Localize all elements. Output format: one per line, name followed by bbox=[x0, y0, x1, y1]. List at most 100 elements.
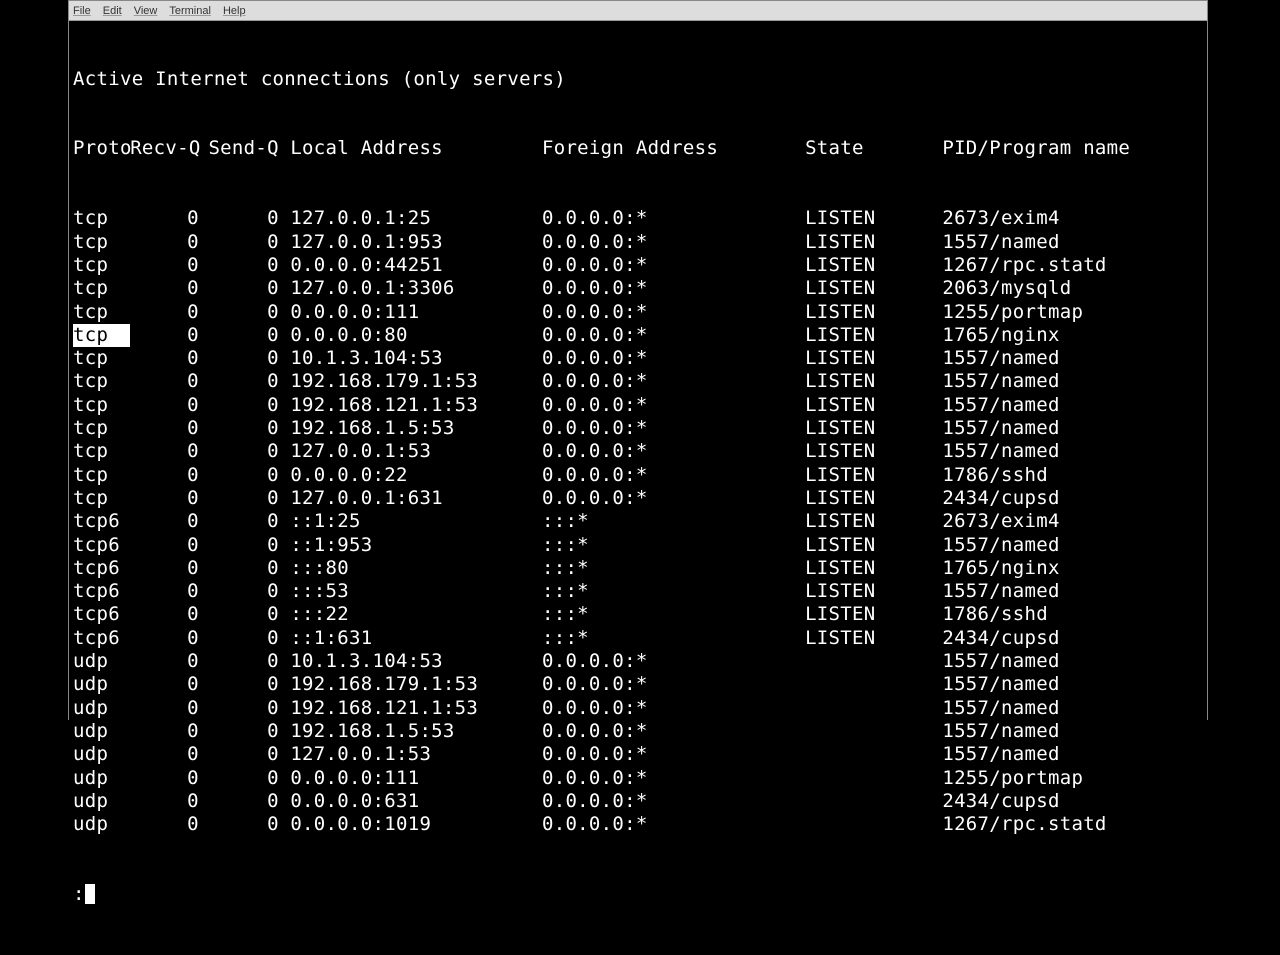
cell-state: LISTEN bbox=[805, 464, 942, 487]
cell-pid: 1765/nginx bbox=[942, 557, 1059, 580]
cell-proto: udp bbox=[73, 813, 130, 836]
cell-recvq: 0 bbox=[130, 254, 199, 277]
cell-proto: tcp bbox=[73, 464, 130, 487]
col-pid: PID/Program name bbox=[942, 137, 1130, 160]
cell-local: 10.1.3.104:53 bbox=[279, 650, 542, 673]
table-row: tcp000.0.0.0:800.0.0.0:*LISTEN1765/nginx bbox=[73, 324, 1203, 347]
cell-foreign: 0.0.0.0:* bbox=[542, 347, 805, 370]
cell-sendq: 0 bbox=[199, 417, 279, 440]
cell-state: LISTEN bbox=[805, 347, 942, 370]
cell-foreign: 0.0.0.0:* bbox=[542, 720, 805, 743]
cell-recvq: 0 bbox=[130, 534, 199, 557]
col-recvq: Recv-Q bbox=[130, 137, 199, 160]
cell-local: :::80 bbox=[279, 557, 542, 580]
cell-local: 192.168.121.1:53 bbox=[279, 697, 542, 720]
cell-pid: 2434/cupsd bbox=[942, 790, 1059, 813]
cell-pid: 2434/cupsd bbox=[942, 627, 1059, 650]
cell-recvq: 0 bbox=[130, 580, 199, 603]
cell-state: LISTEN bbox=[805, 487, 942, 510]
cell-pid: 1557/named bbox=[942, 370, 1059, 393]
cell-local: 192.168.121.1:53 bbox=[279, 394, 542, 417]
menu-edit[interactable]: Edit bbox=[103, 5, 122, 17]
cell-sendq: 0 bbox=[199, 557, 279, 580]
cell-proto: tcp6 bbox=[73, 627, 130, 650]
cell-recvq: 0 bbox=[130, 231, 199, 254]
col-proto: Proto bbox=[73, 137, 130, 160]
output-heading: Active Internet connections (only server… bbox=[73, 68, 1203, 91]
table-row: tcp000.0.0.0:220.0.0.0:*LISTEN1786/sshd bbox=[73, 464, 1203, 487]
table-row: udp00192.168.179.1:530.0.0.0:*1557/named bbox=[73, 673, 1203, 696]
cell-state: LISTEN bbox=[805, 580, 942, 603]
cell-local: 127.0.0.1:3306 bbox=[279, 277, 542, 300]
cell-recvq: 0 bbox=[130, 417, 199, 440]
cell-sendq: 0 bbox=[199, 534, 279, 557]
col-state: State bbox=[805, 137, 942, 160]
cell-state: LISTEN bbox=[805, 324, 942, 347]
cell-proto: tcp bbox=[73, 231, 130, 254]
table-row: udp00192.168.121.1:530.0.0.0:*1557/named bbox=[73, 697, 1203, 720]
cell-local: 192.168.1.5:53 bbox=[279, 720, 542, 743]
cell-sendq: 0 bbox=[199, 254, 279, 277]
menu-file[interactable]: File bbox=[73, 5, 91, 17]
cell-sendq: 0 bbox=[199, 743, 279, 766]
cell-sendq: 0 bbox=[199, 347, 279, 370]
cell-sendq: 0 bbox=[199, 767, 279, 790]
cell-pid: 1765/nginx bbox=[942, 324, 1059, 347]
cell-sendq: 0 bbox=[199, 720, 279, 743]
terminal-output[interactable]: Active Internet connections (only server… bbox=[69, 21, 1207, 955]
cell-recvq: 0 bbox=[130, 743, 199, 766]
cell-pid: 2673/exim4 bbox=[942, 510, 1059, 533]
cell-foreign: 0.0.0.0:* bbox=[542, 697, 805, 720]
table-row: tcp00127.0.0.1:9530.0.0.0:*LISTEN1557/na… bbox=[73, 231, 1203, 254]
pager-prompt[interactable]: : bbox=[73, 883, 1203, 906]
cell-recvq: 0 bbox=[130, 813, 199, 836]
cell-sendq: 0 bbox=[199, 464, 279, 487]
table-row: tcp00192.168.121.1:530.0.0.0:*LISTEN1557… bbox=[73, 394, 1203, 417]
cell-foreign: 0.0.0.0:* bbox=[542, 464, 805, 487]
terminal-window: File Edit View Terminal Help Active Inte… bbox=[68, 0, 1208, 720]
cell-state: LISTEN bbox=[805, 534, 942, 557]
cell-proto: tcp6 bbox=[73, 510, 130, 533]
cell-state: LISTEN bbox=[805, 627, 942, 650]
cell-proto: tcp bbox=[73, 254, 130, 277]
cell-local: :::22 bbox=[279, 603, 542, 626]
cell-local: 127.0.0.1:53 bbox=[279, 743, 542, 766]
cell-pid: 2063/mysqld bbox=[942, 277, 1071, 300]
menu-terminal[interactable]: Terminal bbox=[169, 5, 211, 17]
table-row: tcp00192.168.1.5:530.0.0.0:*LISTEN1557/n… bbox=[73, 417, 1203, 440]
cell-foreign: 0.0.0.0:* bbox=[542, 673, 805, 696]
cell-recvq: 0 bbox=[130, 790, 199, 813]
cell-proto: udp bbox=[73, 697, 130, 720]
cell-pid: 1267/rpc.statd bbox=[942, 813, 1106, 836]
cell-state: LISTEN bbox=[805, 440, 942, 463]
cell-foreign: 0.0.0.0:* bbox=[542, 254, 805, 277]
cell-pid: 1557/named bbox=[942, 650, 1059, 673]
cell-foreign: 0.0.0.0:* bbox=[542, 767, 805, 790]
col-local: Local Address bbox=[279, 137, 542, 160]
cell-foreign: 0.0.0.0:* bbox=[542, 743, 805, 766]
cell-local: ::1:631 bbox=[279, 627, 542, 650]
cell-local: :::53 bbox=[279, 580, 542, 603]
cell-state: LISTEN bbox=[805, 370, 942, 393]
table-row: tcp600:::53:::*LISTEN1557/named bbox=[73, 580, 1203, 603]
cell-pid: 1557/named bbox=[942, 720, 1059, 743]
cell-proto: udp bbox=[73, 767, 130, 790]
cell-sendq: 0 bbox=[199, 394, 279, 417]
cell-foreign: 0.0.0.0:* bbox=[542, 207, 805, 230]
menu-help[interactable]: Help bbox=[223, 5, 246, 17]
cell-foreign: 0.0.0.0:* bbox=[542, 231, 805, 254]
cell-pid: 1557/named bbox=[942, 417, 1059, 440]
cell-local: 10.1.3.104:53 bbox=[279, 347, 542, 370]
cell-sendq: 0 bbox=[199, 790, 279, 813]
cell-recvq: 0 bbox=[130, 557, 199, 580]
cell-local: 127.0.0.1:25 bbox=[279, 207, 542, 230]
cell-sendq: 0 bbox=[199, 301, 279, 324]
cell-pid: 1557/named bbox=[942, 440, 1059, 463]
cell-foreign: :::* bbox=[542, 534, 805, 557]
col-sendq: Send-Q bbox=[199, 137, 279, 160]
table-row: tcp600::1:631:::*LISTEN2434/cupsd bbox=[73, 627, 1203, 650]
cell-sendq: 0 bbox=[199, 813, 279, 836]
cell-foreign: 0.0.0.0:* bbox=[542, 487, 805, 510]
menu-view[interactable]: View bbox=[134, 5, 158, 17]
table-row: tcp600::1:25:::*LISTEN2673/exim4 bbox=[73, 510, 1203, 533]
